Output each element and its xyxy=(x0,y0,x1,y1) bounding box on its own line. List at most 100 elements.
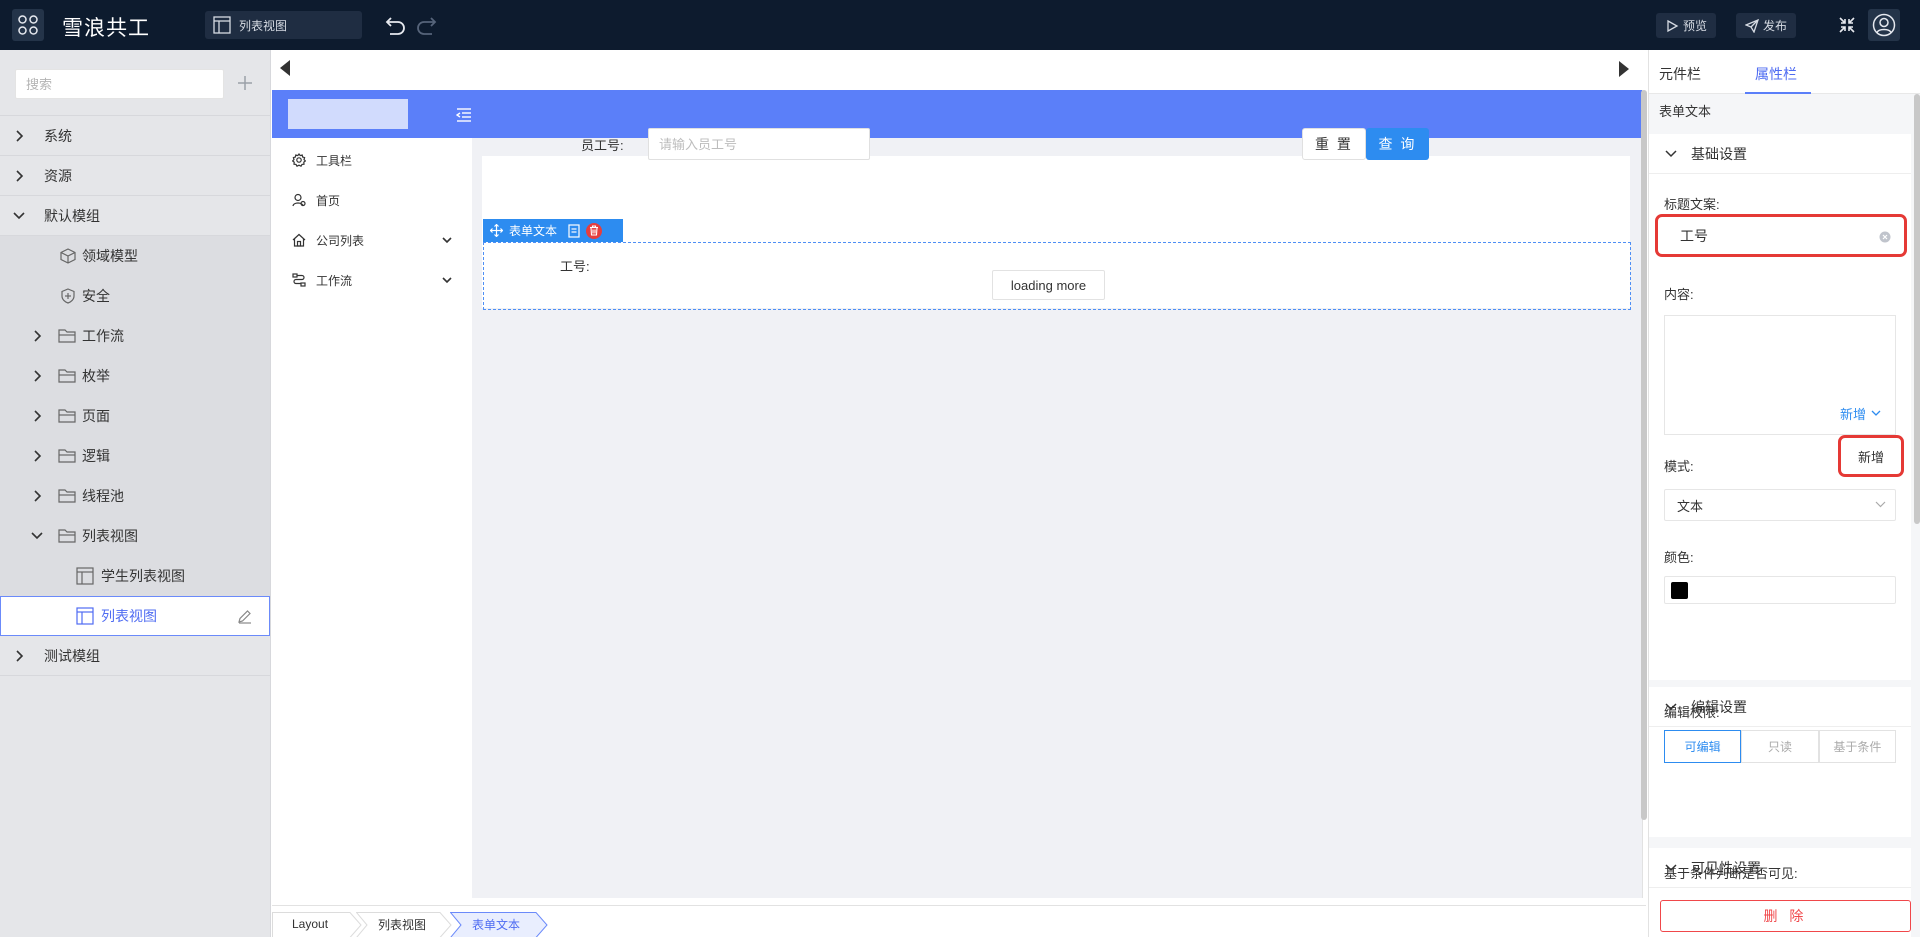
breadcrumb-item-form-text[interactable]: 表单文本 xyxy=(450,912,550,937)
clear-icon[interactable] xyxy=(1879,231,1891,243)
add-content-label: 新增 xyxy=(1840,407,1867,422)
permission-conditional[interactable]: 基于条件 xyxy=(1818,730,1896,763)
publish-button[interactable]: 发布 xyxy=(1736,13,1797,38)
tree-item-label: 枚举 xyxy=(82,368,110,384)
basic-settings-header[interactable]: 基础设置 xyxy=(1649,134,1911,174)
tree-item-pages[interactable]: 页面 xyxy=(0,396,270,436)
design-canvas: 工具栏 首页 公司列表 工作流 xyxy=(272,50,1647,937)
left-sidebar: 系统 资源 默认模组 领域模型 安全 工作流 枚举 页面 逻辑 xyxy=(0,50,271,937)
menu-item-label: 公司列表 xyxy=(316,233,365,248)
folder-icon xyxy=(58,528,76,544)
canvas-scrollbar[interactable] xyxy=(1641,90,1647,820)
component-toolbar: 表单文本 xyxy=(483,219,623,242)
panel-scrollbar[interactable] xyxy=(1914,94,1920,524)
tree-item-logic[interactable]: 逻辑 xyxy=(0,436,270,476)
tree-item-security[interactable]: 安全 xyxy=(0,276,270,316)
workflow-icon xyxy=(292,273,306,287)
permission-editable[interactable]: 可编辑 xyxy=(1664,730,1742,763)
section-title: 基础设置 xyxy=(1691,145,1747,162)
tree-item-resources[interactable]: 资源 xyxy=(0,156,270,196)
chevron-down-icon xyxy=(442,236,452,244)
menu-fold-icon[interactable] xyxy=(456,108,472,122)
color-picker[interactable] xyxy=(1664,576,1896,604)
tree-item-enum[interactable]: 枚举 xyxy=(0,356,270,396)
delete-icon[interactable] xyxy=(586,222,603,239)
reset-button[interactable]: 重 置 xyxy=(1302,128,1366,160)
tree-item-domain-model[interactable]: 领域模型 xyxy=(0,236,270,276)
tree-item-label: 测试模组 xyxy=(44,647,100,664)
page-preview: 工具栏 首页 公司列表 工作流 xyxy=(272,90,1647,898)
loading-more-button[interactable]: loading more xyxy=(992,270,1105,300)
layout-icon xyxy=(213,16,231,34)
tree-item-system[interactable]: 系统 xyxy=(0,116,270,156)
tree-item-list-view-folder[interactable]: 列表视图 xyxy=(0,516,270,556)
chevron-down-icon xyxy=(442,276,452,284)
preview-side-menu: 工具栏 首页 公司列表 工作流 xyxy=(272,138,472,898)
current-view-tab-label: 列表视图 xyxy=(239,18,288,33)
tree-item-test-module[interactable]: 测试模组 xyxy=(0,636,270,676)
tree-item-student-list-view[interactable]: 学生列表视图 xyxy=(0,556,270,596)
breadcrumb-label: 表单文本 xyxy=(472,917,521,932)
add-content-link[interactable]: 新增 xyxy=(1840,404,1881,423)
user-avatar-icon[interactable] xyxy=(1868,9,1900,41)
chevron-right-icon xyxy=(32,409,42,423)
top-bar: 雪浪共工 列表视图 预览 发布 xyxy=(0,0,1920,50)
mode-select[interactable]: 文本 xyxy=(1664,489,1896,521)
collapse-right-icon[interactable] xyxy=(1618,60,1630,78)
layout-icon xyxy=(76,567,94,585)
permission-readonly[interactable]: 只读 xyxy=(1741,730,1819,763)
add-dropdown-option[interactable]: 新增 xyxy=(1838,435,1904,477)
title-text-input[interactable] xyxy=(1668,223,1894,249)
tree-item-label: 资源 xyxy=(44,167,72,184)
chevron-right-icon xyxy=(14,649,24,663)
preview-button[interactable]: 预览 xyxy=(1656,13,1717,38)
chevron-down-icon xyxy=(1665,149,1677,157)
menu-item-toolbar[interactable]: 工具栏 xyxy=(272,138,472,182)
employee-id-label: 员工号: xyxy=(581,138,624,153)
folder-icon xyxy=(58,408,76,424)
edit-permission-group: 可编辑 只读 基于条件 xyxy=(1664,730,1896,763)
search-input[interactable] xyxy=(15,69,224,99)
folder-icon xyxy=(58,448,76,464)
edit-pencil-icon[interactable] xyxy=(237,609,252,624)
breadcrumb-label: Layout xyxy=(292,917,329,931)
copy-icon[interactable] xyxy=(568,223,580,238)
collapse-left-icon[interactable] xyxy=(279,59,291,77)
work-id-label: 工号: xyxy=(560,259,590,274)
chevron-down-icon xyxy=(1871,410,1881,416)
undo-icon[interactable] xyxy=(385,15,407,35)
chevron-right-icon xyxy=(32,449,42,463)
move-icon[interactable] xyxy=(490,224,503,237)
tree-item-workflow[interactable]: 工作流 xyxy=(0,316,270,356)
tab-properties[interactable]: 属性栏 xyxy=(1755,64,1797,84)
employee-id-input[interactable] xyxy=(648,128,870,160)
query-button[interactable]: 查 询 xyxy=(1366,128,1429,160)
tree-item-thread-pool[interactable]: 线程池 xyxy=(0,476,270,516)
tree-item-list-view-active[interactable]: 列表视图 xyxy=(0,596,270,636)
tree-item-default-module[interactable]: 默认模组 xyxy=(0,196,270,236)
tab-components[interactable]: 元件栏 xyxy=(1659,64,1701,84)
apps-grid-icon[interactable] xyxy=(12,9,44,41)
tree-item-label: 页面 xyxy=(82,408,110,424)
content-label: 内容: xyxy=(1664,287,1694,302)
fullscreen-icon[interactable] xyxy=(1838,16,1856,34)
chevron-right-icon xyxy=(32,369,42,383)
chevron-right-icon xyxy=(14,169,24,183)
tree-item-label: 逻辑 xyxy=(82,448,110,464)
user-icon xyxy=(292,193,306,207)
add-icon[interactable] xyxy=(236,74,254,92)
breadcrumb-label: 列表视图 xyxy=(378,917,427,932)
menu-item-workflow[interactable]: 工作流 xyxy=(272,258,472,302)
delete-component-button[interactable]: 删 除 xyxy=(1660,900,1911,932)
active-tab-indicator xyxy=(1745,92,1811,94)
menu-item-company-list[interactable]: 公司列表 xyxy=(272,218,472,262)
menu-item-home[interactable]: 首页 xyxy=(272,178,472,222)
shield-icon xyxy=(60,288,76,304)
tree-item-label: 列表视图 xyxy=(82,528,138,544)
breadcrumb-item-layout[interactable]: Layout xyxy=(272,912,362,937)
current-view-tab[interactable]: 列表视图 xyxy=(205,11,362,39)
chevron-right-icon xyxy=(14,129,24,143)
redo-icon[interactable] xyxy=(415,15,437,35)
title-text-label: 标题文案: xyxy=(1664,197,1720,212)
breadcrumb-item-list-view[interactable]: 列表视图 xyxy=(356,912,452,937)
